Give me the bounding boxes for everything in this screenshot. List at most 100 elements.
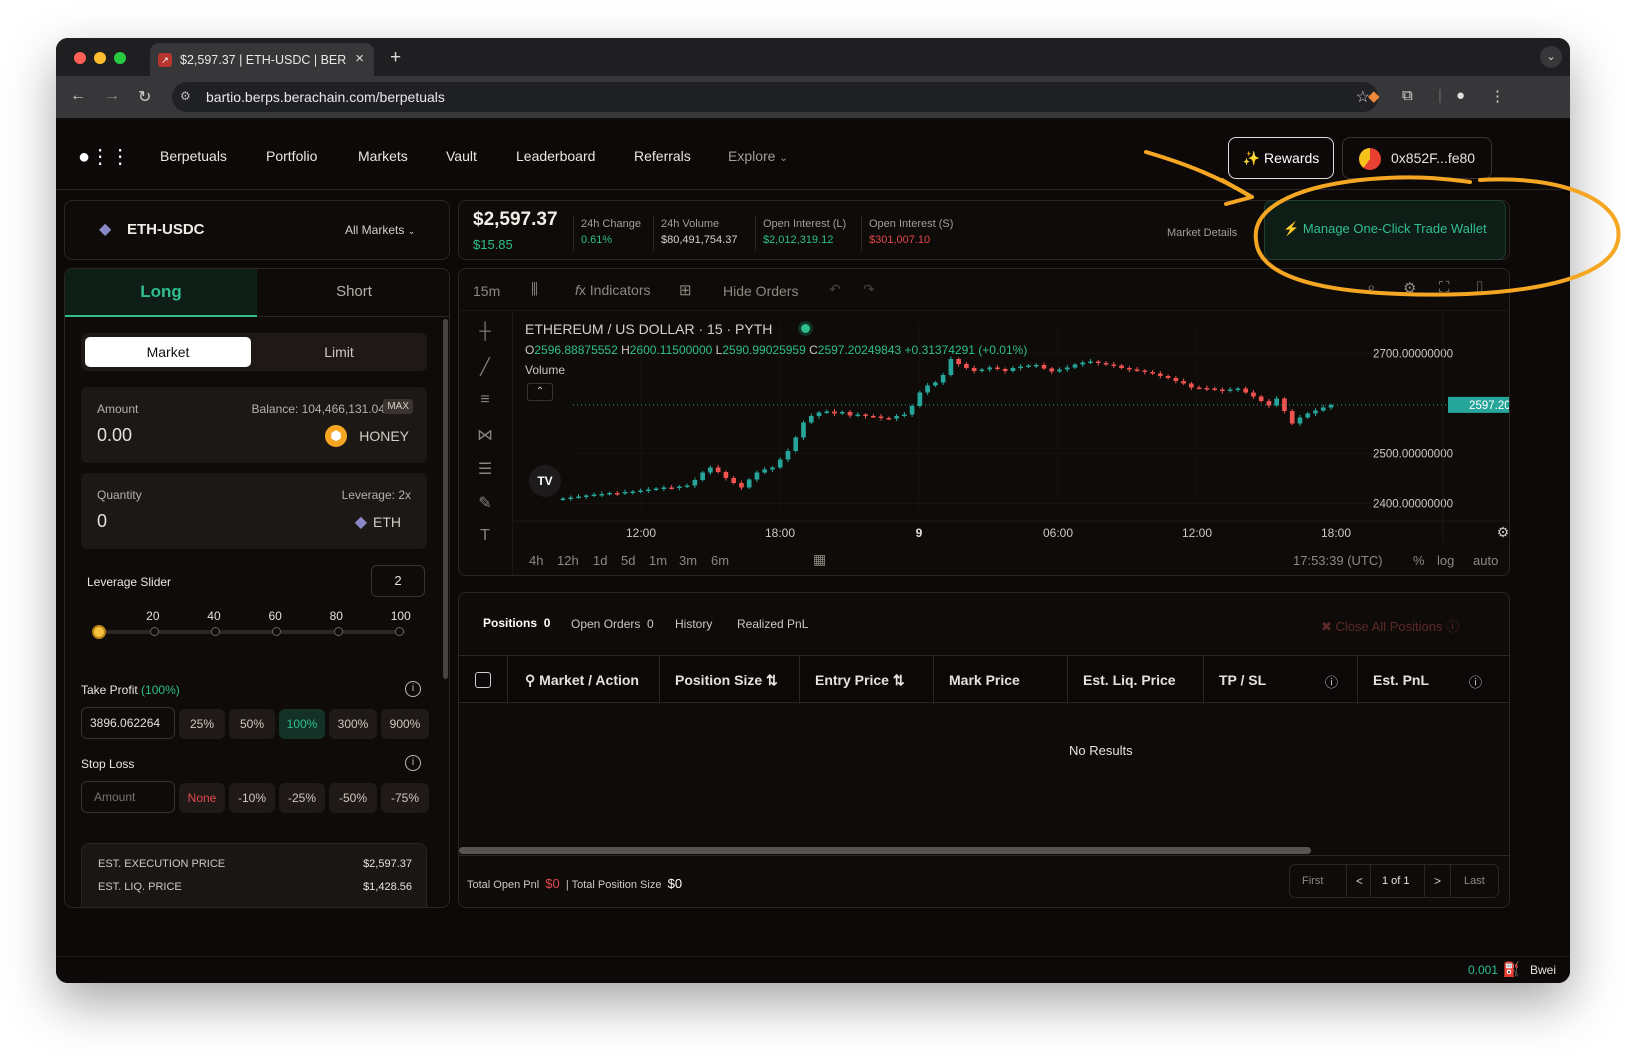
tab-open-orders[interactable]: Open Orders 0 bbox=[571, 617, 654, 631]
one-click-wallet-button[interactable]: ⚡ Manage One-Click Trade Wallet bbox=[1264, 200, 1506, 260]
tp-100-button[interactable]: 100% bbox=[279, 709, 325, 739]
range-button-1m[interactable]: 1m bbox=[649, 553, 667, 568]
tp-300-button[interactable]: 300% bbox=[329, 709, 377, 739]
text-tool-icon[interactable]: T bbox=[471, 527, 499, 549]
tp-50-button[interactable]: 50% bbox=[229, 709, 275, 739]
select-all-checkbox[interactable] bbox=[475, 672, 491, 688]
metamask-extension-icon[interactable]: ◆ bbox=[1368, 87, 1380, 105]
settings-gear-icon[interactable]: ⚙ bbox=[1403, 279, 1416, 297]
amount-box[interactable]: Amount Balance: 104,466,131.04 MAX 0.00 … bbox=[81, 387, 427, 463]
col-entry-price[interactable]: Entry Price ⇅ bbox=[815, 672, 905, 689]
leverage-slider-track[interactable] bbox=[93, 630, 405, 634]
col-market-action[interactable]: ⚲ Market / Action bbox=[525, 672, 639, 689]
forward-icon[interactable]: → bbox=[104, 87, 120, 105]
collapse-legend-icon[interactable]: ⌃ bbox=[527, 383, 553, 401]
browser-tab[interactable]: ↗ $2,597.37 | ETH-USDC | BERPS × bbox=[150, 43, 374, 76]
site-settings-icon[interactable]: ⚙ bbox=[180, 89, 196, 105]
long-tab[interactable]: Long bbox=[65, 269, 257, 317]
zoom-window-icon[interactable] bbox=[114, 52, 126, 64]
close-all-button[interactable]: ✖ Close All Positions ⓘ bbox=[1321, 616, 1459, 635]
info-icon[interactable]: ⓘ bbox=[1325, 672, 1338, 691]
nav-leaderboard[interactable]: Leaderboard bbox=[516, 148, 595, 164]
tab-positions[interactable]: Positions 0 bbox=[483, 616, 550, 630]
extensions-icon[interactable]: ⧉ bbox=[1402, 87, 1413, 104]
limit-order-button[interactable]: Limit bbox=[255, 337, 423, 367]
info-icon[interactable]: i bbox=[405, 681, 421, 697]
last-page-button[interactable]: Last bbox=[1464, 875, 1485, 887]
tradingview-logo-icon[interactable]: TV bbox=[529, 465, 561, 497]
zoom-search-icon[interactable]: ⌕ bbox=[1367, 279, 1375, 296]
nav-berpetuals[interactable]: Berpetuals bbox=[160, 148, 227, 164]
range-button-4h[interactable]: 4h bbox=[529, 553, 543, 568]
redo-icon[interactable]: ↷ bbox=[863, 281, 875, 298]
short-tab[interactable]: Short bbox=[257, 269, 449, 317]
profile-icon[interactable]: ● bbox=[1456, 87, 1465, 104]
quantity-box[interactable]: Quantity Leverage: 2x 0 ◆ ETH bbox=[81, 473, 427, 549]
candle-type-icon[interactable]: ⫼ bbox=[531, 281, 538, 298]
close-window-icon[interactable] bbox=[74, 52, 86, 64]
date-range-icon[interactable]: ▦ bbox=[813, 551, 826, 568]
nav-markets[interactable]: Markets bbox=[358, 148, 408, 164]
range-button-6m[interactable]: 6m bbox=[711, 553, 729, 568]
address-bar[interactable]: ⚙ bartio.berps.berachain.com/berpetuals … bbox=[172, 82, 1378, 112]
tab-search-icon[interactable]: ⌄ bbox=[1540, 46, 1562, 68]
tab-realized-pnl[interactable]: Realized PnL bbox=[737, 617, 808, 631]
fullscreen-icon[interactable]: ⛶ bbox=[1439, 279, 1450, 296]
info-icon[interactable]: i bbox=[405, 755, 421, 771]
range-button-1d[interactable]: 1d bbox=[593, 553, 607, 568]
all-markets-dropdown[interactable]: All Markets ⌄ bbox=[345, 223, 415, 237]
interval-button[interactable]: 15m bbox=[473, 283, 500, 299]
nav-portfolio[interactable]: Portfolio bbox=[266, 148, 317, 164]
sl-10-button[interactable]: -10% bbox=[229, 783, 275, 813]
nav-vault[interactable]: Vault bbox=[446, 148, 477, 164]
trendline-icon[interactable]: ╱ bbox=[471, 357, 499, 379]
sl-none-button[interactable]: None bbox=[179, 783, 225, 813]
market-order-button[interactable]: Market bbox=[85, 337, 251, 367]
wallet-button[interactable]: 0x852F...fe80 bbox=[1342, 137, 1492, 179]
back-icon[interactable]: ← bbox=[70, 87, 86, 105]
order-panel-scrollbar[interactable] bbox=[443, 319, 448, 679]
auto-scale-button[interactable]: auto bbox=[1473, 553, 1498, 568]
crosshair-icon[interactable]: ┼ bbox=[471, 323, 499, 345]
prev-page-button[interactable]: < bbox=[1356, 874, 1363, 888]
range-button-5d[interactable]: 5d bbox=[621, 553, 635, 568]
tp-25-button[interactable]: 25% bbox=[179, 709, 225, 739]
nav-referrals[interactable]: Referrals bbox=[634, 148, 691, 164]
sl-50-button[interactable]: -50% bbox=[329, 783, 377, 813]
take-profit-input[interactable]: 3896.062264 bbox=[81, 707, 175, 739]
info-icon[interactable]: ⓘ bbox=[1469, 672, 1482, 691]
table-horizontal-scrollbar[interactable] bbox=[459, 847, 1311, 854]
indicators-button[interactable]: fx Indicators bbox=[575, 282, 650, 298]
undo-icon[interactable]: ↶ bbox=[829, 281, 841, 298]
brush-icon[interactable]: ✎ bbox=[471, 493, 499, 515]
leverage-input[interactable]: 2 bbox=[371, 565, 425, 597]
market-selector[interactable]: ◆ ETH-USDC All Markets ⌄ bbox=[64, 200, 450, 260]
next-page-button[interactable]: > bbox=[1434, 874, 1441, 888]
amount-input[interactable]: 0.00 bbox=[97, 425, 132, 446]
quantity-input[interactable]: 0 bbox=[97, 511, 107, 532]
log-scale-button[interactable]: log bbox=[1437, 553, 1454, 568]
rewards-button[interactable]: ✨ Rewards bbox=[1228, 137, 1334, 179]
bera-logo-icon[interactable]: ●⋮⋮ bbox=[78, 144, 130, 169]
reload-icon[interactable]: ↻ bbox=[138, 87, 151, 107]
range-button-3m[interactable]: 3m bbox=[679, 553, 697, 568]
close-tab-icon[interactable]: × bbox=[355, 50, 364, 67]
browser-menu-icon[interactable]: ⋮ bbox=[1490, 87, 1505, 105]
col-position-size[interactable]: Position Size ⇅ bbox=[675, 672, 778, 689]
new-tab-icon[interactable]: + bbox=[390, 47, 401, 69]
nav-explore[interactable]: Explore ⌄ bbox=[728, 148, 788, 164]
tp-900-button[interactable]: 900% bbox=[381, 709, 429, 739]
market-details-link[interactable]: Market Details bbox=[1167, 227, 1237, 239]
sl-75-button[interactable]: -75% bbox=[381, 783, 429, 813]
range-button-12h[interactable]: 12h bbox=[557, 553, 579, 568]
sl-25-button[interactable]: -25% bbox=[279, 783, 325, 813]
horizontal-lines-icon[interactable]: ≡ bbox=[471, 391, 499, 413]
layout-grid-icon[interactable]: ⊞ bbox=[679, 281, 692, 299]
first-page-button[interactable]: First bbox=[1302, 875, 1323, 887]
camera-icon[interactable]: ⌷ bbox=[1475, 279, 1484, 296]
stop-loss-input[interactable] bbox=[81, 781, 175, 813]
tab-history[interactable]: History bbox=[675, 617, 712, 631]
percent-scale-button[interactable]: % bbox=[1413, 553, 1425, 568]
hide-orders-button[interactable]: Hide Orders bbox=[723, 283, 798, 299]
leverage-slider-handle[interactable] bbox=[92, 625, 107, 639]
